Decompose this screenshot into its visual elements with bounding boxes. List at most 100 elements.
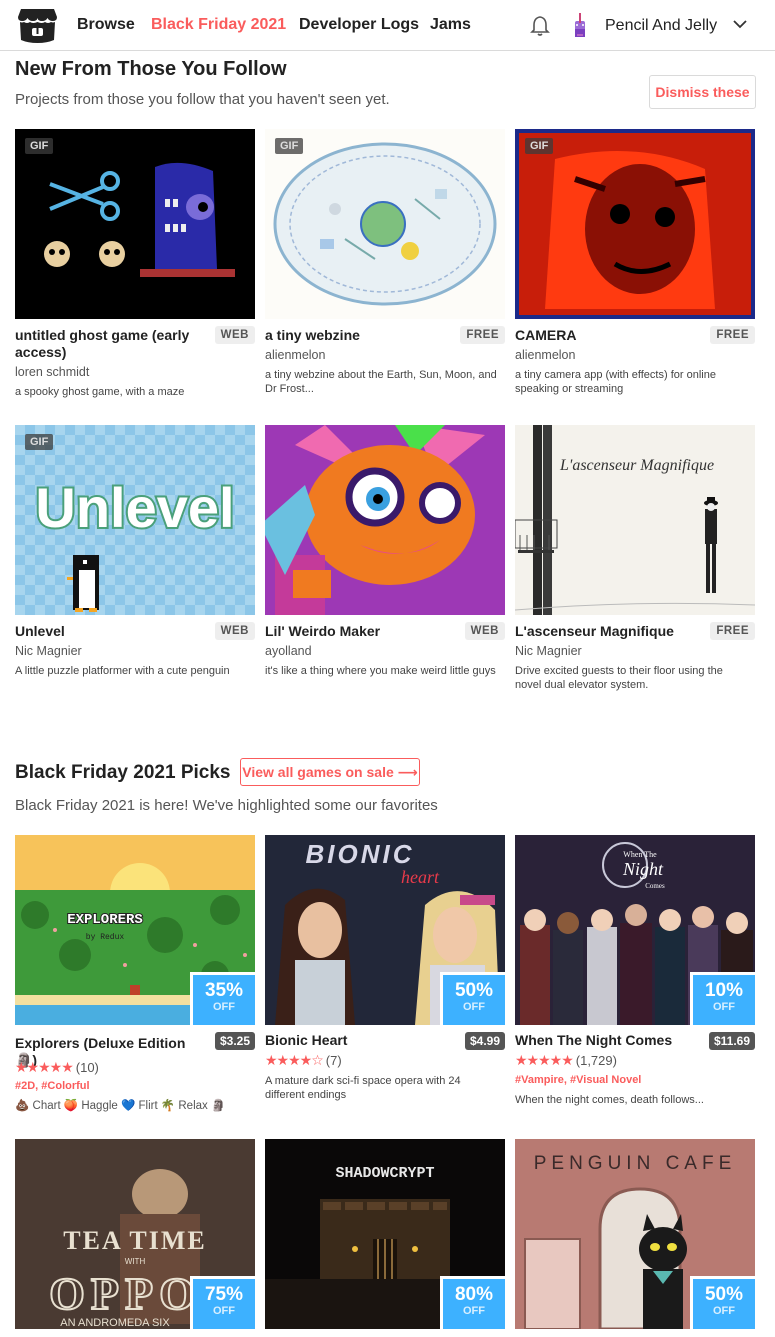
game-title[interactable]: L'ascenseur Magnifique	[515, 623, 705, 640]
game-description: a tiny camera app (with effects) for onl…	[515, 369, 716, 395]
game-thumbnail[interactable]: GIF	[15, 129, 255, 319]
game-card[interactable]: Lil' Weirdo Maker WEB ayolland it's like…	[265, 425, 505, 677]
nav-black-friday[interactable]: Black Friday 2021	[151, 16, 286, 34]
game-author[interactable]: ayolland	[265, 644, 312, 658]
game-thumbnail[interactable]: PENGUIN CAFE 50% OFF	[515, 1139, 755, 1329]
discount-badge: 50% OFF	[690, 1276, 755, 1329]
game-card[interactable]: L'ascenseur Magnifique L'ascenseur Magni…	[515, 425, 755, 691]
nav-developer-logs[interactable]: Developer Logs	[299, 16, 419, 34]
bell-icon[interactable]	[530, 15, 550, 37]
sale-game-card[interactable]: BIONIC heart 50% OFF Bionic Heart $4.99 …	[265, 835, 505, 1101]
price-tag: $4.99	[464, 1032, 505, 1050]
username[interactable]: Pencil And Jelly	[605, 17, 717, 35]
gif-badge: GIF	[25, 138, 54, 154]
rating: ★★★★★ (10)	[15, 1059, 99, 1076]
rating: ★★★★★ (1,729)	[515, 1052, 617, 1069]
discount-percent: 75%	[204, 1284, 244, 1305]
game-title[interactable]: Lil' Weirdo Maker	[265, 623, 455, 640]
discount-badge: 80% OFF	[440, 1276, 505, 1329]
game-tags[interactable]: #2D, #Colorful	[15, 1080, 90, 1092]
game-title[interactable]: CAMERA	[515, 327, 705, 344]
view-all-sale-button[interactable]: View all games on sale ⟶	[240, 758, 420, 786]
platform-tag: FREE	[710, 326, 755, 344]
game-tags[interactable]: #Vampire, #Visual Novel	[515, 1074, 641, 1086]
game-author[interactable]: alienmelon	[515, 348, 575, 362]
game-description: Drive excited guests to their floor usin…	[515, 665, 723, 691]
game-card[interactable]: GIF a tiny webzine FREE alienmelon a tin…	[265, 129, 505, 395]
discount-badge: 10% OFF	[690, 972, 755, 1025]
rating-count: (1,729)	[575, 1053, 617, 1068]
thumbnail-logo-text-3: OPPO	[49, 1268, 201, 1319]
thumbnail-subtext: AN ANDROMEDA SIX	[60, 1317, 170, 1329]
avatar[interactable]	[569, 11, 591, 41]
game-title[interactable]: untitled ghost game (early access)	[15, 327, 205, 361]
game-thumbnail[interactable]: BIONIC heart 50% OFF	[265, 835, 505, 1025]
discount-off-label: OFF	[713, 1001, 735, 1013]
game-thumbnail[interactable]: GIF	[515, 129, 755, 319]
game-thumbnail[interactable]: EXPLORERS by Redux 35% OFF	[15, 835, 255, 1025]
thumbnail-logo-text: BIONIC	[306, 839, 415, 869]
discount-percent: 50%	[454, 980, 494, 1001]
thumbnail-art	[515, 129, 755, 319]
game-author[interactable]: loren schmidt	[15, 365, 89, 379]
game-title[interactable]: Unlevel	[15, 623, 205, 640]
sale-game-card[interactable]: PENGUIN CAFE 50% OFF	[515, 1139, 755, 1329]
gif-badge: GIF	[525, 138, 554, 154]
thumbnail-logo-text: Unlevel	[35, 476, 234, 539]
thumbnail-subtext: heart	[401, 867, 440, 887]
discount-off-label: OFF	[713, 1305, 735, 1317]
price-tag: $3.25	[214, 1032, 255, 1050]
game-title[interactable]: Bionic Heart	[265, 1032, 455, 1049]
game-thumbnail[interactable]: GIF	[265, 129, 505, 319]
sale-game-card[interactable]: SHADOWCRYPT 80% OFF	[265, 1139, 505, 1329]
game-card[interactable]: Unlevel GIF Unlevel WEB Nic Magnier A li…	[15, 425, 255, 677]
game-thumbnail[interactable]: When The Night Comes 10% OFF	[515, 835, 755, 1025]
game-author[interactable]: Nic Magnier	[15, 644, 82, 658]
itchio-logo[interactable]	[17, 7, 58, 44]
discount-percent: 80%	[454, 1284, 494, 1305]
thumbnail-art	[265, 425, 505, 615]
thumbnail-logo-text-2: Night	[622, 859, 664, 879]
game-description: A little puzzle platformer with a cute p…	[15, 665, 230, 677]
discount-off-label: OFF	[213, 1305, 235, 1317]
thumbnail-logo-text: L'ascenseur Magnifique	[559, 457, 714, 474]
thumbnail-subtext: by Redux	[86, 933, 125, 942]
thumbnail-logo-text-3: Comes	[645, 882, 665, 890]
sale-game-card[interactable]: EXPLORERS by Redux 35% OFF Explorers (De…	[15, 835, 255, 1112]
rating: ★★★★☆ (7)	[265, 1052, 342, 1069]
thumbnail-art: Unlevel	[33, 474, 237, 612]
game-card[interactable]: GIF CAMERA FREE alienmelon a tiny camera…	[515, 129, 755, 395]
game-title[interactable]: a tiny webzine	[265, 327, 455, 344]
sale-game-card[interactable]: TEA TIME WITH OPPO AN ANDROMEDA SIX 75% …	[15, 1139, 255, 1329]
thumbnail-logo-text: SHADOWCRYPT	[335, 1165, 434, 1182]
section-title-black-friday: Black Friday 2021 Picks	[15, 762, 231, 783]
thumbnail-logo-text: When The	[623, 850, 657, 859]
dismiss-button[interactable]: Dismiss these	[649, 75, 756, 109]
nav-jams[interactable]: Jams	[430, 16, 471, 34]
game-author[interactable]: Nic Magnier	[515, 644, 582, 658]
chevron-down-icon[interactable]	[732, 18, 748, 30]
nav-browse[interactable]: Browse	[77, 16, 135, 34]
section-subtitle-follow: Projects from those you follow that you …	[15, 91, 390, 108]
discount-off-label: OFF	[213, 1001, 235, 1013]
sale-game-card[interactable]: When The Night Comes 10% OFF When The Ni…	[515, 835, 755, 1106]
platform-tag: WEB	[214, 326, 255, 344]
thumbnail-logo-text-2: WITH	[125, 1257, 146, 1266]
game-thumbnail[interactable]: TEA TIME WITH OPPO AN ANDROMEDA SIX 75% …	[15, 1139, 255, 1329]
gif-badge: GIF	[275, 138, 304, 154]
game-thumbnail[interactable]: SHADOWCRYPT 80% OFF	[265, 1139, 505, 1329]
game-author[interactable]: alienmelon	[265, 348, 325, 362]
rating-count: (7)	[325, 1053, 342, 1068]
thumbnail-logo-text: TEA TIME	[63, 1226, 206, 1255]
game-thumbnail[interactable]	[265, 425, 505, 615]
thumbnail-logo-text: PENGUIN CAFE	[534, 1153, 737, 1174]
game-description: it's like a thing where you make weird l…	[265, 665, 496, 677]
platform-tag: FREE	[460, 326, 505, 344]
game-thumbnail[interactable]: L'ascenseur Magnifique	[515, 425, 755, 615]
game-title[interactable]: When The Night Comes	[515, 1032, 705, 1049]
thumbnail-art	[15, 129, 255, 319]
game-description: When the night comes, death follows...	[515, 1094, 704, 1106]
game-thumbnail[interactable]: Unlevel GIF	[15, 425, 255, 615]
section-title-follow: New From Those You Follow	[15, 58, 287, 80]
game-card[interactable]: GIF untitled ghost game (early access) W…	[15, 129, 255, 398]
